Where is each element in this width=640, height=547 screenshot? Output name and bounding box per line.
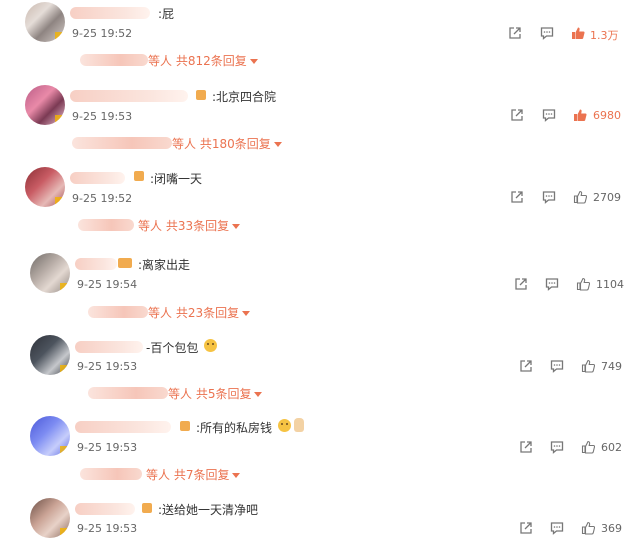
view-replies-link[interactable]: 等人 共5条回复	[168, 385, 263, 402]
timestamp: 9-25 19:52	[72, 27, 133, 40]
comment-text: :北京四合院	[212, 90, 277, 104]
like-count: 749	[601, 360, 622, 373]
comment-item: :屁 9-25 19:52 等人 共812条回复 1.3万	[0, 0, 640, 82]
timestamp: 9-25 19:53	[77, 522, 138, 535]
caret-down-icon	[273, 142, 282, 147]
reply-users-blurred	[72, 137, 172, 149]
timestamp: 9-25 19:53	[72, 110, 133, 123]
victory-hand-emoji-icon	[294, 418, 304, 432]
comment-icon[interactable]	[550, 359, 564, 373]
like-count: 1104	[596, 278, 624, 291]
view-replies-link[interactable]: 等人 共812条回复	[148, 52, 258, 69]
share-icon[interactable]	[519, 521, 533, 535]
avatar[interactable]	[30, 335, 70, 375]
comment-item: :所有的私房钱 9-25 19:53 等人 共7条回复 602	[0, 413, 640, 495]
user-badge-icon	[196, 90, 206, 100]
comment-text: :送给她一天清净吧	[158, 503, 259, 517]
comment-item: :闭嘴一天 9-25 19:52 等人 共33条回复 2709	[0, 164, 640, 246]
comment-text: :离家出走	[138, 258, 191, 272]
share-icon[interactable]	[514, 277, 528, 291]
comment-text: :所有的私房钱	[196, 421, 273, 435]
share-icon[interactable]	[519, 440, 533, 454]
username-blurred[interactable]	[70, 172, 125, 184]
thumbs-up-icon[interactable]	[581, 359, 595, 373]
thumbs-up-icon[interactable]	[573, 190, 587, 204]
avatar[interactable]	[30, 498, 70, 538]
comment-text: :屁	[158, 7, 175, 21]
timestamp: 9-25 19:53	[77, 441, 138, 454]
avatar[interactable]	[25, 2, 65, 42]
reply-users-blurred	[78, 219, 134, 231]
like-count: 1.3万	[590, 29, 619, 42]
view-replies-link[interactable]: 等人 共33条回复	[138, 217, 241, 234]
view-replies-link[interactable]: 等人 共180条回复	[172, 135, 282, 152]
reply-users-blurred	[88, 387, 168, 399]
username-blurred[interactable]	[75, 258, 117, 270]
username-blurred[interactable]	[75, 421, 171, 433]
like-count: 2709	[593, 191, 621, 204]
reply-users-blurred	[80, 468, 142, 480]
comment-item: :北京四合院 9-25 19:53 等人 共180条回复 6980	[0, 82, 640, 164]
doge-emoji-icon	[204, 339, 217, 352]
timestamp: 9-25 19:52	[72, 192, 133, 205]
comment-text: :闭嘴一天	[150, 172, 203, 186]
comment-item: :离家出走 9-25 19:54 等人 共23条回复 1104	[0, 249, 640, 331]
comment-icon[interactable]	[550, 440, 564, 454]
like-count: 6980	[593, 109, 621, 122]
caret-down-icon	[232, 473, 241, 478]
username-blurred[interactable]	[70, 90, 188, 102]
reply-users-blurred	[80, 54, 148, 66]
thumbs-up-icon[interactable]	[573, 108, 587, 122]
comment-icon[interactable]	[542, 190, 556, 204]
comment-item: -百个包包 9-25 19:53 等人 共5条回复 749	[0, 331, 640, 413]
user-badge-icon	[180, 421, 190, 431]
user-badge-icon	[134, 171, 144, 181]
comment-icon[interactable]	[540, 26, 554, 40]
thumbs-up-icon[interactable]	[581, 521, 595, 535]
share-icon[interactable]	[519, 359, 533, 373]
like-count: 602	[601, 441, 622, 454]
comment-text: -百个包包	[146, 341, 199, 355]
view-replies-link[interactable]: 等人 共7条回复	[146, 466, 241, 483]
user-badge-icon	[142, 503, 152, 513]
username-blurred[interactable]	[75, 341, 143, 353]
thumbs-up-icon[interactable]	[571, 26, 585, 40]
reply-users-blurred	[88, 306, 148, 318]
comment-icon[interactable]	[542, 108, 556, 122]
caret-down-icon	[232, 224, 241, 229]
timestamp: 9-25 19:53	[77, 360, 138, 373]
timestamp: 9-25 19:54	[77, 278, 138, 291]
caret-down-icon	[242, 311, 251, 316]
view-replies-link[interactable]: 等人 共23条回复	[148, 304, 251, 321]
share-icon[interactable]	[510, 108, 524, 122]
comment-item: :送给她一天清净吧 9-25 19:53 369	[0, 495, 640, 547]
share-icon[interactable]	[510, 190, 524, 204]
avatar[interactable]	[25, 167, 65, 207]
thumbs-up-icon[interactable]	[576, 277, 590, 291]
comment-icon[interactable]	[545, 277, 559, 291]
like-count: 369	[601, 522, 622, 535]
comment-icon[interactable]	[550, 521, 564, 535]
avatar[interactable]	[30, 253, 70, 293]
username-blurred[interactable]	[70, 7, 150, 19]
avatar[interactable]	[30, 416, 70, 456]
doge-emoji-icon	[278, 419, 291, 432]
thumbs-up-icon[interactable]	[581, 440, 595, 454]
username-blurred[interactable]	[75, 503, 135, 515]
user-badge-icon	[118, 258, 132, 268]
caret-down-icon	[249, 59, 258, 64]
caret-down-icon	[254, 392, 263, 397]
avatar[interactable]	[25, 85, 65, 125]
share-icon[interactable]	[508, 26, 522, 40]
